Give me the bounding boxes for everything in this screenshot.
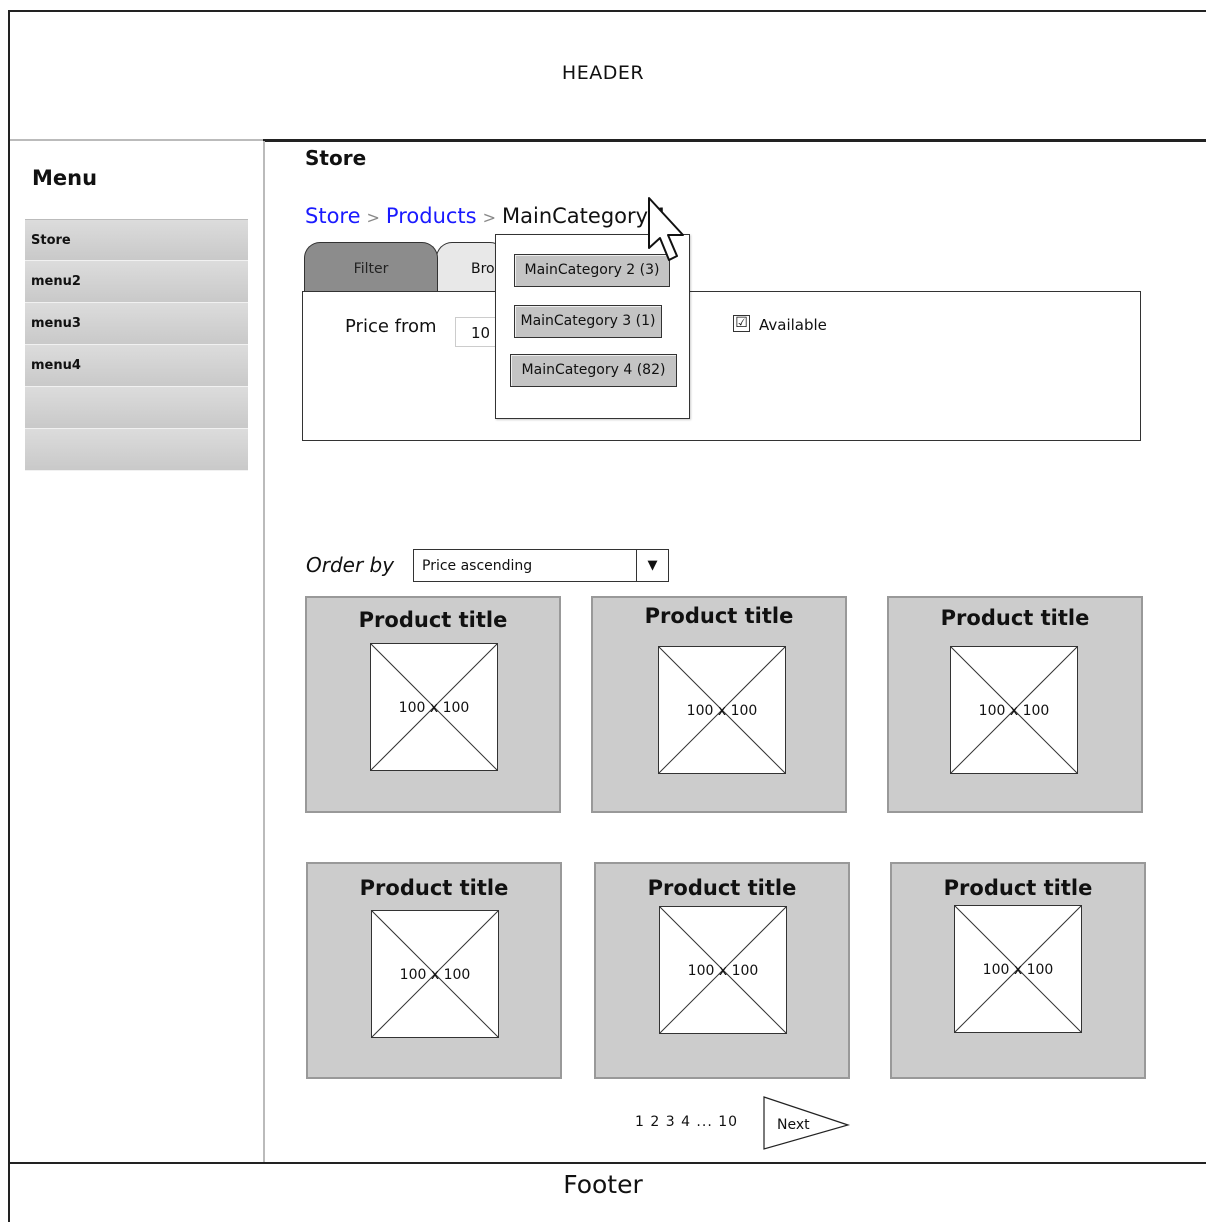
image-size-label: 100 x 100 <box>398 700 470 716</box>
dropdown-item-maincategory-4[interactable]: MainCategory 4 (82) <box>510 354 677 387</box>
sidebar-top-divider <box>10 139 263 141</box>
image-size-label: 100 x 100 <box>687 963 759 979</box>
sidebar-item-menu3[interactable]: menu3 <box>25 303 248 345</box>
page-title: Store <box>305 146 367 170</box>
image-placeholder-icon: 100 x 100 <box>950 646 1078 774</box>
image-placeholder-icon: 100 x 100 <box>658 646 786 774</box>
chevron-down-icon[interactable]: ▼ <box>636 550 668 581</box>
header-label: HEADER <box>561 62 645 84</box>
order-by-label: Order by <box>306 553 395 577</box>
image-size-label: 100 x 100 <box>399 967 471 983</box>
available-checkbox[interactable]: ☑ <box>733 315 750 332</box>
image-placeholder-icon: 100 x 100 <box>370 643 498 771</box>
sidebar-item-menu2[interactable]: menu2 <box>25 261 248 303</box>
tab-filter[interactable]: Filter <box>304 242 438 292</box>
product-title: Product title <box>943 876 1093 900</box>
dropdown-item-maincategory-3[interactable]: MainCategory 3 (1) <box>514 305 662 338</box>
image-placeholder-icon: 100 x 100 <box>371 910 499 1038</box>
left-border <box>8 141 10 1163</box>
product-title: Product title <box>647 876 797 900</box>
tab-filter-label: Filter <box>353 261 389 277</box>
next-button-label: Next <box>777 1117 810 1133</box>
breadcrumb-link-products[interactable]: Products <box>386 204 477 228</box>
product-card[interactable]: Product title 100 x 100 <box>306 862 562 1079</box>
tab-browse-label: Bro <box>471 261 495 277</box>
sidebar-divider <box>263 141 265 1163</box>
product-card[interactable]: Product title 100 x 100 <box>890 862 1146 1079</box>
sidebar-item-store[interactable]: Store <box>25 219 248 261</box>
product-title: Product title <box>940 606 1090 630</box>
next-button[interactable]: Next <box>763 1095 851 1151</box>
breadcrumb-separator: > <box>366 208 380 227</box>
image-size-label: 100 x 100 <box>982 962 1054 978</box>
breadcrumb: Store > Products > MainCategory 1 <box>305 204 668 228</box>
mouse-cursor-icon <box>645 196 687 268</box>
breadcrumb-link-store[interactable]: Store <box>305 204 361 228</box>
sidebar-menu: Store menu2 menu3 menu4 <box>25 219 248 471</box>
product-card[interactable]: Product title 100 x 100 <box>887 596 1143 813</box>
sidebar-item-empty-1[interactable] <box>25 387 248 429</box>
product-card[interactable]: Product title 100 x 100 <box>591 596 847 813</box>
footer-label: Footer <box>563 1170 643 1199</box>
breadcrumb-separator: > <box>482 208 497 227</box>
available-label: Available <box>759 316 827 334</box>
price-from-input[interactable]: 10 <box>455 317 500 347</box>
order-by-select[interactable]: Price ascending ▼ <box>413 549 669 582</box>
sidebar-item-menu4[interactable]: menu4 <box>25 345 248 387</box>
content-top-divider <box>265 140 1206 142</box>
order-by-value: Price ascending <box>422 558 533 574</box>
image-size-label: 100 x 100 <box>978 703 1050 719</box>
product-card[interactable]: Product title 100 x 100 <box>594 862 850 1079</box>
product-title: Product title <box>644 604 794 628</box>
menu-heading: Menu <box>32 166 98 190</box>
product-title: Product title <box>359 876 509 900</box>
image-placeholder-icon: 100 x 100 <box>659 906 787 1034</box>
product-card[interactable]: Product title 100 x 100 <box>305 596 561 813</box>
product-title: Product title <box>358 608 508 632</box>
breadcrumb-current-category[interactable]: MainCategory 1 <box>502 204 668 228</box>
price-from-label: Price from <box>345 316 437 337</box>
image-placeholder-icon: 100 x 100 <box>954 905 1082 1033</box>
sidebar-item-empty-2[interactable] <box>25 429 248 471</box>
pagination-pages[interactable]: 1 2 3 4 ... 10 <box>635 1114 738 1130</box>
filter-panel <box>302 291 1141 441</box>
image-size-label: 100 x 100 <box>686 703 758 719</box>
